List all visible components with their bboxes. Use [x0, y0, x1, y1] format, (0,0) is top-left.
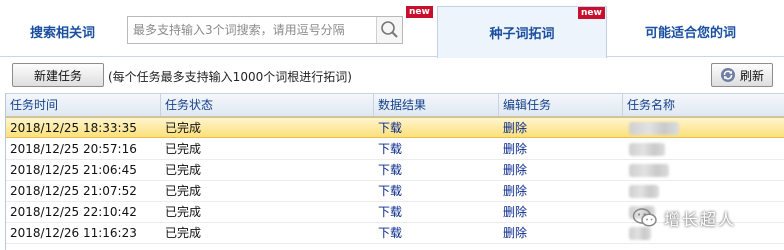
- table-row[interactable]: 2018/12/25 21:07:52 已完成 下载 删除: [6, 181, 784, 202]
- tab-search-related[interactable]: 搜索相关词: [30, 22, 95, 41]
- new-task-button[interactable]: 新建任务: [12, 63, 104, 87]
- task-status: 已完成: [165, 163, 202, 177]
- task-name-redacted: [629, 164, 669, 177]
- search-box: [127, 16, 403, 44]
- new-badge: new: [578, 7, 605, 19]
- refresh-icon: [720, 68, 735, 82]
- delete-link[interactable]: 删除: [503, 184, 527, 198]
- search-button[interactable]: [376, 17, 402, 43]
- task-time: 2018/12/25 20:57:16: [10, 142, 137, 156]
- task-status: 已完成: [165, 121, 202, 135]
- delete-link[interactable]: 删除: [503, 226, 527, 240]
- header-task-name[interactable]: 任务名称: [623, 94, 784, 116]
- search-input[interactable]: [128, 17, 376, 43]
- task-time: 2018/12/26 11:16:23: [10, 226, 137, 240]
- download-link[interactable]: 下载: [378, 163, 402, 177]
- delete-link[interactable]: 删除: [503, 121, 527, 135]
- tab-seed-label: 种子词拓词: [489, 27, 555, 42]
- task-status: 已完成: [165, 205, 202, 219]
- watermark: 增长超人: [632, 203, 780, 233]
- task-time: 2018/12/25 18:33:35: [10, 121, 137, 135]
- task-name-redacted: [629, 143, 665, 156]
- table-header: 任务时间 任务状态 数据结果 编辑任务 任务名称: [6, 93, 784, 117]
- task-time: 2018/12/25 22:10:42: [10, 205, 137, 219]
- header-data-result[interactable]: 数据结果: [374, 94, 499, 116]
- watermark-text: 增长超人: [664, 210, 737, 229]
- header-task-status[interactable]: 任务状态: [161, 94, 374, 116]
- refresh-label: 刷新: [739, 68, 764, 83]
- search-icon: [381, 21, 398, 38]
- header-task-time[interactable]: 任务时间: [6, 94, 161, 116]
- task-limit-hint: (每个任务最多支持输入1000个词根进行拓词): [108, 70, 352, 84]
- top-tab-bar: 搜索相关词 new 种子词拓词 new 可能适合您的词: [0, 0, 784, 58]
- delete-link[interactable]: 删除: [503, 205, 527, 219]
- tab-suggested-words[interactable]: 可能适合您的词: [645, 22, 736, 41]
- refresh-button[interactable]: 刷新: [711, 63, 773, 87]
- task-time: 2018/12/25 21:07:52: [10, 184, 137, 198]
- task-status: 已完成: [165, 226, 202, 240]
- table-row[interactable]: 2018/12/25 21:06:45 已完成 下载 删除: [6, 160, 784, 181]
- delete-link[interactable]: 删除: [503, 142, 527, 156]
- header-edit-task[interactable]: 编辑任务: [499, 94, 623, 116]
- task-name-redacted: [629, 185, 659, 198]
- delete-link[interactable]: 删除: [503, 163, 527, 177]
- download-link[interactable]: 下载: [378, 184, 402, 198]
- task-status: 已完成: [165, 142, 202, 156]
- table-row[interactable]: 2018/12/25 18:33:35 已完成 下载 删除: [6, 117, 784, 138]
- new-badge: new: [406, 6, 433, 18]
- download-link[interactable]: 下载: [378, 142, 402, 156]
- table-row[interactable]: 2018/12/25 20:57:16 已完成 下载 删除: [6, 139, 784, 160]
- task-time: 2018/12/25 21:06:45: [10, 163, 137, 177]
- wechat-icon: [632, 208, 657, 227]
- download-link[interactable]: 下载: [378, 226, 402, 240]
- task-status: 已完成: [165, 184, 202, 198]
- download-link[interactable]: 下载: [378, 121, 402, 135]
- task-name-redacted: [629, 122, 679, 135]
- download-link[interactable]: 下载: [378, 205, 402, 219]
